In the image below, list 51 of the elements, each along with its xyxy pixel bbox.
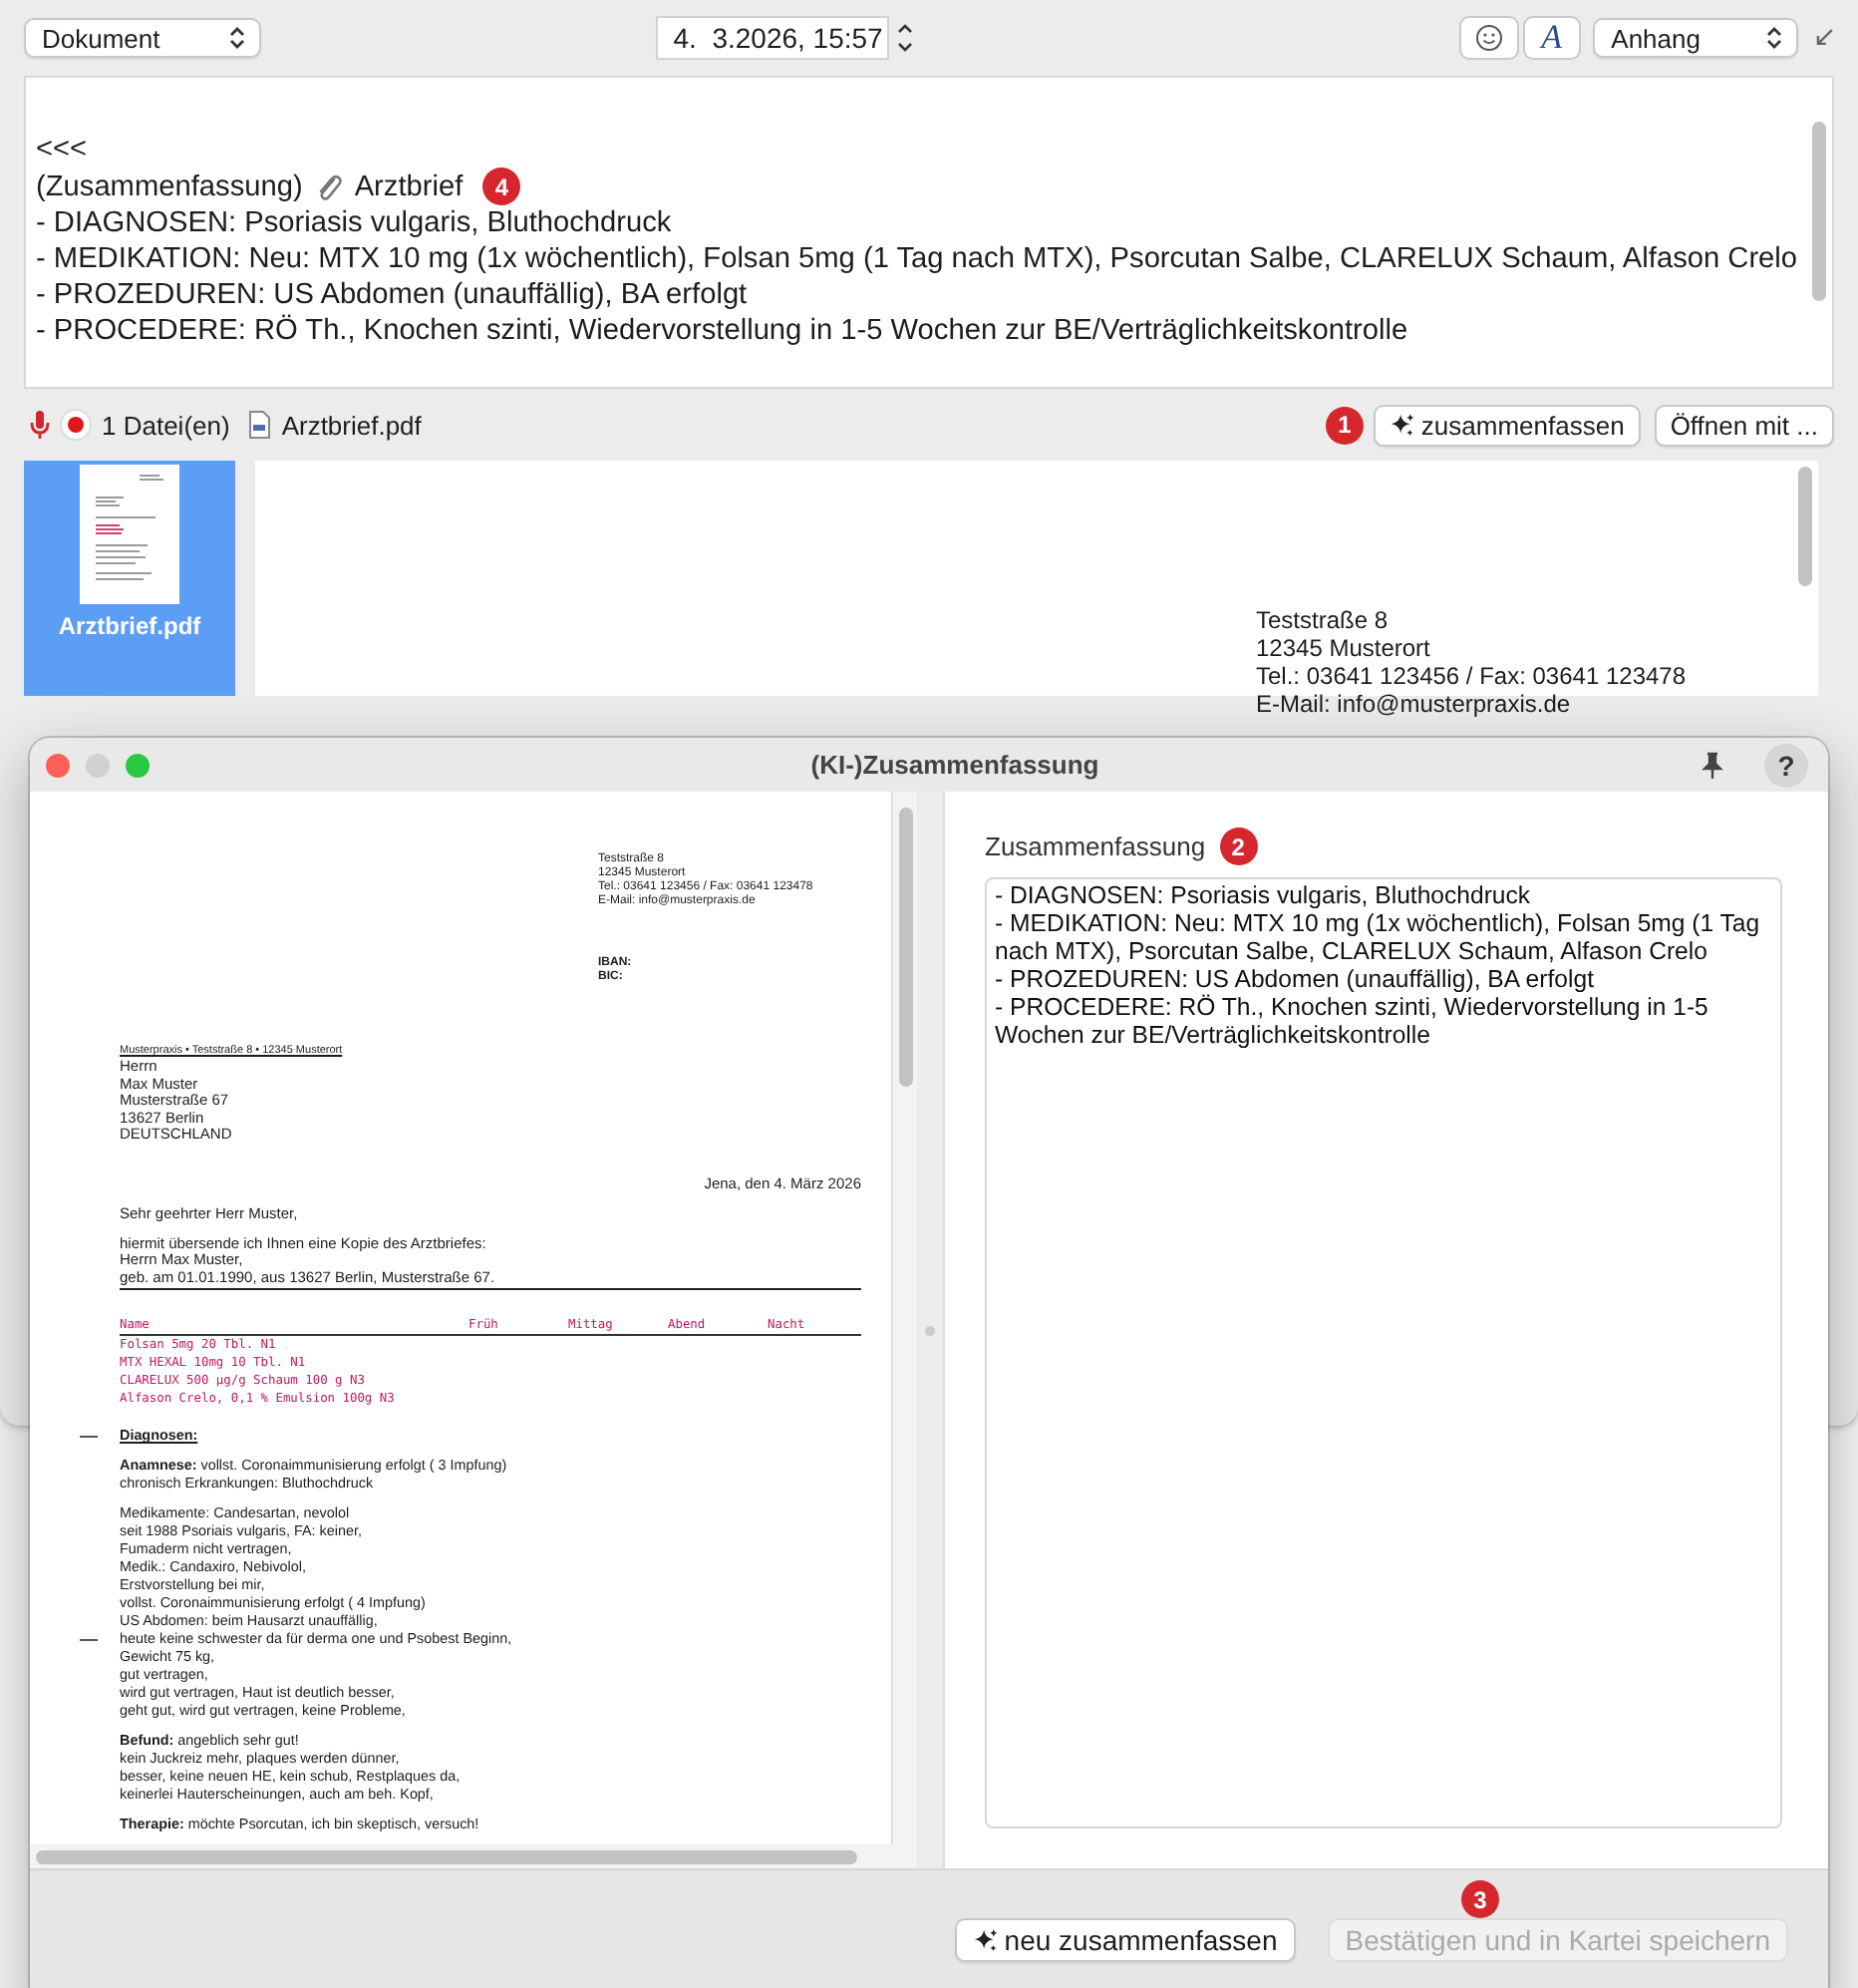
pdf-file-icon bbox=[247, 411, 272, 439]
document-select[interactable]: Dokument bbox=[24, 18, 261, 58]
note-line: <<< bbox=[36, 132, 90, 167]
help-button[interactable]: ? bbox=[1764, 743, 1808, 787]
note-line: - PROZEDUREN: US Abdomen (unauffällig), BA erfolgt bbox=[36, 277, 750, 313]
resize-icon[interactable] bbox=[1814, 28, 1834, 48]
chevron-icon bbox=[228, 26, 245, 50]
pin-icon[interactable] bbox=[1701, 751, 1724, 779]
scrollbar-thumb[interactable] bbox=[1797, 467, 1811, 586]
attachment-select[interactable]: Anhang bbox=[1593, 18, 1799, 58]
letter-line: 12345 Musterort bbox=[1256, 634, 1430, 662]
microphone-icon[interactable] bbox=[30, 409, 50, 441]
note-line: - DIAGNOSEN: Psoriasis vulgaris, Bluthochdruck bbox=[36, 205, 674, 241]
step-badge: 4 bbox=[482, 167, 521, 205]
note-line: - PROCEDERE: RÖ Th., Knochen szinti, Wiedervorstellung in 1-5 Wochen zur BE/Verträglichkeitskontrolle bbox=[36, 313, 1410, 349]
letter-line: E-Mail: info@musterpraxis.de bbox=[1256, 690, 1571, 718]
summary-field[interactable]: - DIAGNOSEN: Psoriasis vulgaris, Bluthochdruck - MEDIKATION: Neu: MTX 10 mg (1x wöchentlich), Folsan 5mg (1 Tag nach MTX), Psorcutan Salbe, CLARELUX Schaum, Alfason Crelo - PROZEDUREN: US Abdomen (unauffällig), BA erfolgt - PROCEDERE: RÖ Th., Knochen szinti, Wiedervorstellung in 1-5 Wochen zur BE/Verträglichkeitskontrolle bbox=[985, 877, 1782, 1828]
open-with-button[interactable]: Öffnen mit ... bbox=[1654, 404, 1834, 446]
field-label: Zusammenfassung bbox=[985, 831, 1206, 861]
thumbnail-label: Arztbrief.pdf bbox=[58, 612, 201, 640]
smiley-icon bbox=[1474, 24, 1503, 52]
record-button[interactable] bbox=[60, 409, 92, 441]
resummarize-button[interactable]: neu zusammenfassen bbox=[954, 1918, 1296, 1962]
note-line: - MEDIKATION: Neu: MTX 10 mg (1x wöchentlich), Folsan 5mg (1 Tag nach MTX), Psorcutan Salbe, CLARELUX Schaum, Alfason Crelo bbox=[36, 241, 1800, 277]
scrollbar-thumb[interactable] bbox=[36, 1849, 857, 1863]
step-badge: 2 bbox=[1219, 828, 1258, 865]
chevron-icon bbox=[1766, 26, 1783, 50]
attachment-link[interactable]: Arztbrief bbox=[354, 168, 464, 204]
font-button[interactable]: A bbox=[1522, 16, 1582, 60]
file-name[interactable]: Arztbrief.pdf bbox=[281, 410, 422, 440]
scrollbar-thumb[interactable] bbox=[1811, 122, 1825, 301]
step-badge: 1 bbox=[1325, 406, 1364, 444]
page-thumbnail-drawing bbox=[80, 465, 179, 604]
date-time-field[interactable]: 4. 3.2026, 15:57 bbox=[655, 16, 889, 60]
margin-mark bbox=[80, 1435, 98, 1438]
file-count: 1 Datei(en) bbox=[102, 410, 230, 440]
summarize-button[interactable]: zusammenfassen bbox=[1373, 404, 1641, 446]
close-button[interactable] bbox=[46, 753, 70, 777]
letter-line: Tel.: 03641 123456 / Fax: 03641 123478 bbox=[1256, 662, 1687, 690]
zoom-button[interactable] bbox=[126, 753, 150, 777]
minimize-button[interactable] bbox=[86, 753, 110, 777]
letter-line: Teststraße 8 bbox=[1256, 606, 1389, 634]
step-badge: 3 bbox=[1461, 1880, 1499, 1918]
scrollbar-thumb[interactable] bbox=[898, 808, 912, 1087]
note-heading: (Zusammenfassung) bbox=[36, 168, 303, 204]
margin-mark bbox=[80, 1638, 98, 1641]
split-handle[interactable] bbox=[925, 1325, 935, 1335]
sparkle-icon bbox=[1389, 412, 1415, 438]
emoji-button[interactable] bbox=[1458, 16, 1518, 60]
window-title: (KI-)Zusammenfassung bbox=[808, 750, 1101, 780]
sparkle-icon bbox=[972, 1927, 999, 1953]
